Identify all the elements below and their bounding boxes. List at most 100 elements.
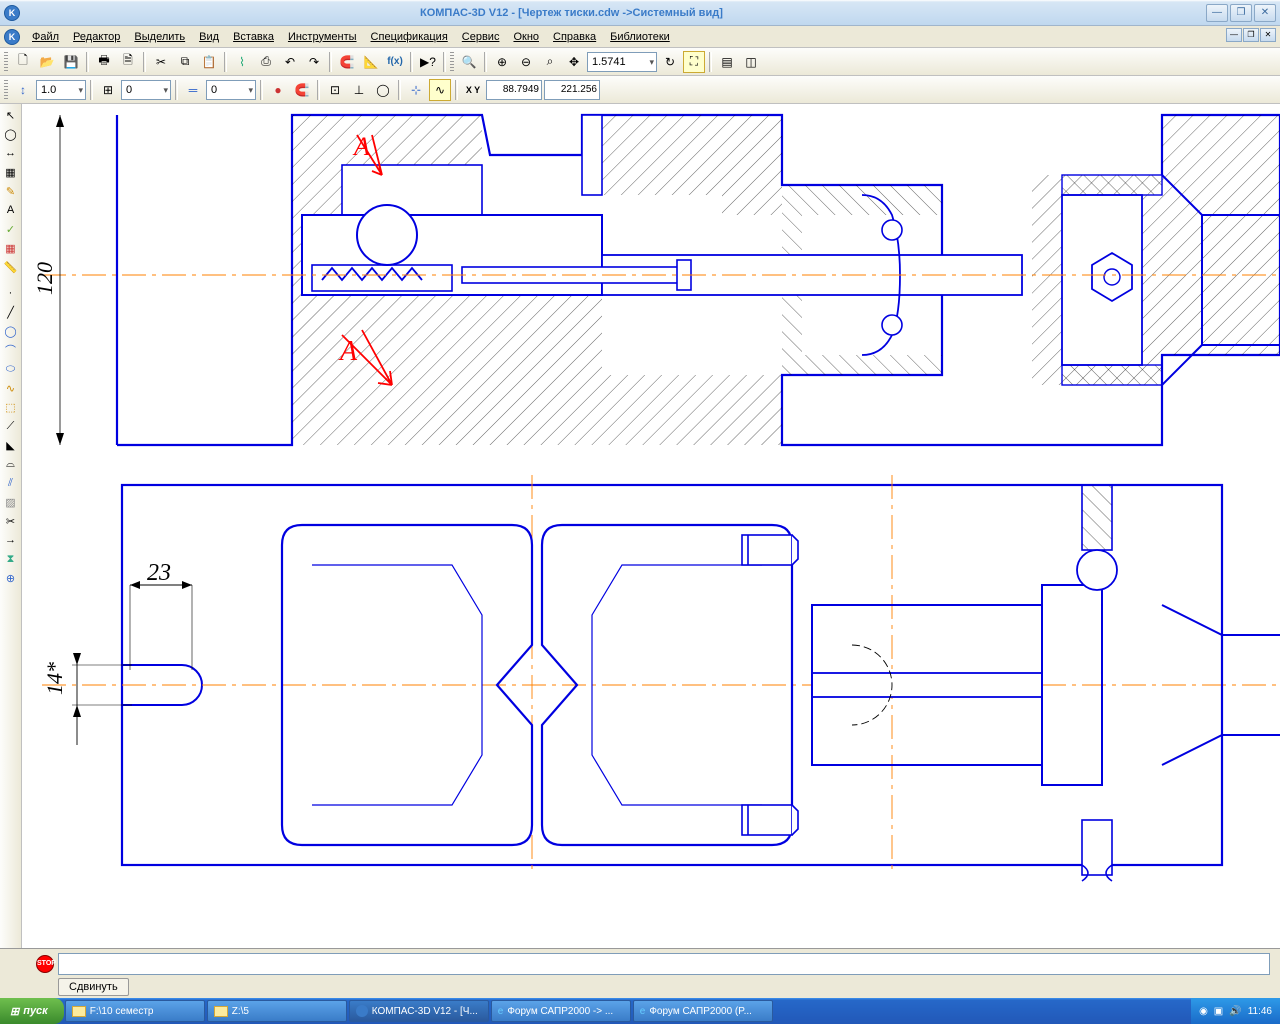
symbol-tool[interactable]: ✓	[2, 220, 20, 238]
drawing-canvas[interactable]: 120 А А	[22, 104, 1280, 966]
menu-view[interactable]: Вид	[193, 29, 225, 45]
menu-file[interactable]: Файл	[26, 29, 65, 45]
cursor-tool[interactable]: ↖	[2, 106, 20, 124]
ortho2-button[interactable]: ⊥	[348, 79, 370, 101]
mirror-tool[interactable]: ⧗	[2, 550, 20, 568]
extend-tool[interactable]: →	[2, 531, 20, 549]
edit-tool[interactable]: ✎	[2, 182, 20, 200]
start-button[interactable]: ⊞ пуск	[0, 998, 64, 1024]
toolbar-grip[interactable]	[4, 80, 8, 100]
menu-service[interactable]: Сервис	[456, 29, 506, 45]
param-button[interactable]: ∿	[429, 79, 451, 101]
format-button[interactable]: ⌇	[231, 51, 253, 73]
ellipse-tool[interactable]: ⬭	[2, 360, 20, 378]
rect-tool[interactable]: ⬚	[2, 398, 20, 416]
point-tool[interactable]: ·	[2, 284, 20, 302]
zoom-in-button[interactable]: ⊕	[491, 51, 513, 73]
menu-insert[interactable]: Вставка	[227, 29, 280, 45]
tray-kompas-icon[interactable]: ◉	[1199, 1006, 1208, 1017]
task-item-folder1[interactable]: F:\10 семестр	[65, 1000, 205, 1022]
props-button[interactable]: ⎙	[255, 51, 277, 73]
variables-button[interactable]: 📐	[360, 51, 382, 73]
line-tool[interactable]: ╱	[2, 303, 20, 321]
coord-x[interactable]: 88.7949	[486, 80, 542, 100]
measure-tool[interactable]: 📏	[2, 258, 20, 276]
grid-button[interactable]: ⊡	[324, 79, 346, 101]
snap-button[interactable]: 🧲	[291, 79, 313, 101]
redraw-button[interactable]: ↻	[659, 51, 681, 73]
redo-button[interactable]: ↷	[303, 51, 325, 73]
open-button[interactable]: 📂	[36, 51, 58, 73]
polyline-tool[interactable]: ⟋	[2, 417, 20, 435]
text-tool[interactable]: A	[2, 201, 20, 219]
print-button[interactable]: 🖶	[93, 51, 115, 73]
tray-volume-icon[interactable]: 🔊	[1229, 1006, 1241, 1017]
fullscreen-button[interactable]: ⛶	[683, 51, 705, 73]
menu-select[interactable]: Выделить	[128, 29, 191, 45]
window-list-button[interactable]: ▤	[716, 51, 738, 73]
preview-button[interactable]: 🗎	[117, 51, 139, 73]
linestyle-button[interactable]: ═	[182, 79, 204, 101]
task-item-folder2[interactable]: Z:\5	[207, 1000, 347, 1022]
arc-tool[interactable]: ⌒	[2, 341, 20, 359]
menu-libraries[interactable]: Библиотеки	[604, 29, 676, 45]
doc-restore[interactable]: ❐	[1243, 28, 1259, 42]
command-input[interactable]	[58, 953, 1270, 975]
close-button[interactable]: ✕	[1254, 4, 1276, 22]
doc-close[interactable]: ✕	[1260, 28, 1276, 42]
toolbar-grip[interactable]	[4, 52, 8, 72]
pan-button[interactable]: ✥	[563, 51, 585, 73]
menu-help[interactable]: Справка	[547, 29, 602, 45]
round-button[interactable]: ◯	[372, 79, 394, 101]
task-item-ie2[interactable]: eФорум САПР2000 (P...	[633, 1000, 773, 1022]
toolbar-grip[interactable]	[450, 52, 454, 72]
stop-button[interactable]: STOP	[36, 955, 54, 973]
trim-tool[interactable]: ✂	[2, 512, 20, 530]
menu-editor[interactable]: Редактор	[67, 29, 126, 45]
clock[interactable]: 11:46	[1248, 1006, 1272, 1017]
drawing-svg[interactable]: 120 А А	[22, 104, 1280, 966]
tray-lang-icon[interactable]: ▣	[1214, 1006, 1223, 1017]
hatch2-tool[interactable]: ▨	[2, 493, 20, 511]
layer-combo-a[interactable]: 0	[121, 80, 171, 100]
menu-window[interactable]: Окно	[507, 29, 545, 45]
tab-move[interactable]: Сдвинуть	[58, 978, 129, 996]
minimize-button[interactable]: —	[1206, 4, 1228, 22]
copy-tool[interactable]: ⊕	[2, 569, 20, 587]
layer-button[interactable]: ⊞	[97, 79, 119, 101]
new-button[interactable]: 🗋	[12, 51, 34, 73]
hatch-tool[interactable]: ▦	[2, 163, 20, 181]
coord-y[interactable]: 221.256	[544, 80, 600, 100]
zoom-fit-button[interactable]: 🔍	[458, 51, 480, 73]
spline-tool[interactable]: ∿	[2, 379, 20, 397]
restore-button[interactable]: ❐	[1230, 4, 1252, 22]
zoom-out-button[interactable]: ⊖	[515, 51, 537, 73]
layer-combo-b[interactable]: 0	[206, 80, 256, 100]
chamfer-tool[interactable]: ◣	[2, 436, 20, 454]
system-tray[interactable]: ◉ ▣ 🔊 11:46	[1191, 998, 1280, 1024]
menu-spec[interactable]: Спецификация	[365, 29, 454, 45]
axis-button[interactable]: ⊹	[405, 79, 427, 101]
menu-tools[interactable]: Инструменты	[282, 29, 363, 45]
paste-button[interactable]: 📋	[198, 51, 220, 73]
undo-button[interactable]: ↶	[279, 51, 301, 73]
help-context-button[interactable]: ▶?	[417, 51, 439, 73]
dimension-tool[interactable]: ↔	[2, 144, 20, 162]
zoom-combo[interactable]: 1.5741	[587, 52, 657, 72]
cut-button[interactable]: ✂	[150, 51, 172, 73]
save-button[interactable]: 💾	[60, 51, 82, 73]
geometry-tool[interactable]: ◯	[2, 125, 20, 143]
color-button[interactable]: ●	[267, 79, 289, 101]
offset-tool[interactable]: ⫽	[2, 474, 20, 492]
zoom-window-button[interactable]: ⌕	[539, 51, 561, 73]
linewidth-combo[interactable]: 1.0	[36, 80, 86, 100]
table-tool[interactable]: ▦	[2, 239, 20, 257]
circle-tool[interactable]: ◯	[2, 322, 20, 340]
manager-button[interactable]: 🧲	[336, 51, 358, 73]
task-item-ie1[interactable]: eФорум САПР2000 -> ...	[491, 1000, 631, 1022]
tile-button[interactable]: ◫	[740, 51, 762, 73]
ortho-button[interactable]: ↕	[12, 79, 34, 101]
copy-button[interactable]: ⧉	[174, 51, 196, 73]
doc-minimize[interactable]: —	[1226, 28, 1242, 42]
fx-button[interactable]: f(x)	[384, 51, 406, 73]
